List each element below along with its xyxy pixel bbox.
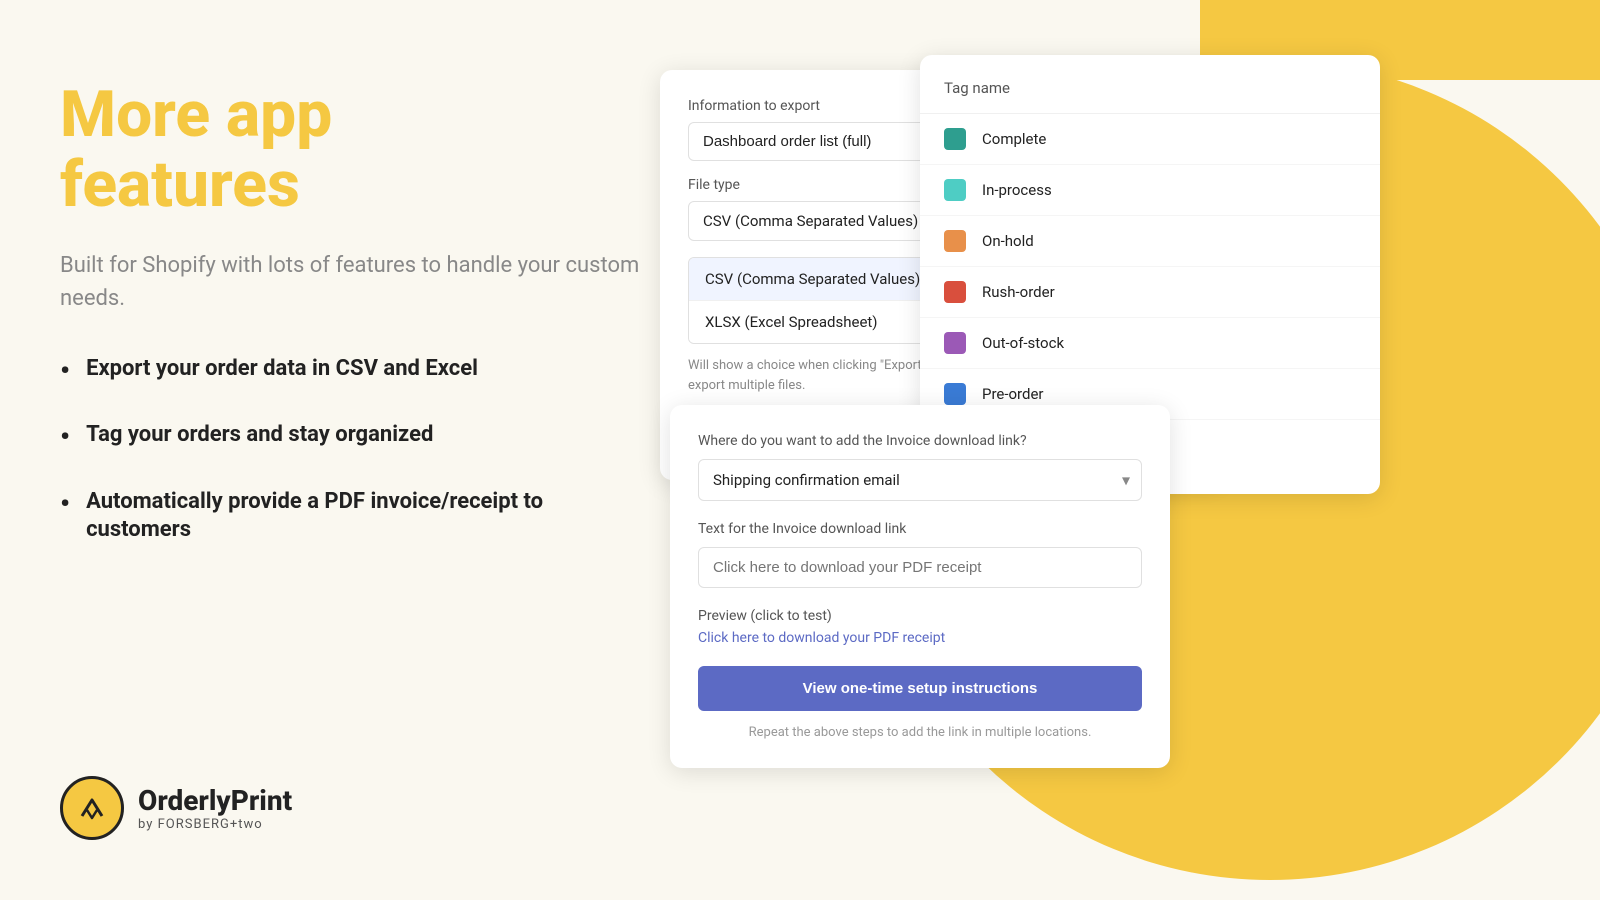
logo-name: OrderlyPrint [138,784,292,817]
feature-item-2: Tag your orders and stay organized [60,421,640,455]
left-panel: More app features Built for Shopify with… [60,80,640,577]
tag-label-onhold: On-hold [982,232,1034,250]
logo-area: OrderlyPrint by FORSBERG+two [60,776,292,840]
where-select[interactable]: Shipping confirmation email [698,459,1142,501]
feature-item-1: Export your order data in CSV and Excel [60,355,640,389]
tag-label-complete: Complete [982,130,1046,148]
tag-label-preorder: Pre-order [982,385,1044,403]
tag-dot-rush [944,281,966,303]
tag-label-inprocess: In-process [982,181,1052,199]
preview-link[interactable]: Click here to download your PDF receipt [698,630,1142,646]
main-title: More app features [60,80,640,221]
tag-row-inprocess[interactable]: In-process [920,165,1380,216]
logo-text: OrderlyPrint by FORSBERG+two [138,784,292,832]
tag-row-outofstock[interactable]: Out-of-stock [920,318,1380,369]
setup-btn[interactable]: View one-time setup instructions [698,666,1142,711]
preview-label: Preview (click to test) [698,608,1142,624]
logo-sub: by FORSBERG+two [138,817,292,832]
tag-row-complete[interactable]: Complete [920,114,1380,165]
invoice-card: Where do you want to add the Invoice dow… [670,405,1170,768]
right-panel: Information to export File type CSV (Com… [660,0,1560,900]
tag-dot-outofstock [944,332,966,354]
tag-dot-onhold [944,230,966,252]
tag-dot-complete [944,128,966,150]
subtitle: Built for Shopify with lots of features … [60,249,640,315]
tag-row-onhold[interactable]: On-hold [920,216,1380,267]
tag-label-rush: Rush-order [982,283,1055,301]
features-list: Export your order data in CSV and Excel … [60,355,640,545]
tag-row-rush[interactable]: Rush-order [920,267,1380,318]
text-input[interactable] [698,547,1142,588]
where-select-wrapper[interactable]: Shipping confirmation email ▾ [698,459,1142,501]
where-label: Where do you want to add the Invoice dow… [698,433,1142,449]
tag-card-title: Tag name [920,79,1380,114]
tag-dot-preorder [944,383,966,405]
repeat-hint: Repeat the above steps to add the link i… [698,725,1142,740]
logo-icon [60,776,124,840]
tag-label-outofstock: Out-of-stock [982,334,1064,352]
feature-item-3: Automatically provide a PDF invoice/rece… [60,488,640,545]
text-label: Text for the Invoice download link [698,521,1142,537]
tag-dot-inprocess [944,179,966,201]
